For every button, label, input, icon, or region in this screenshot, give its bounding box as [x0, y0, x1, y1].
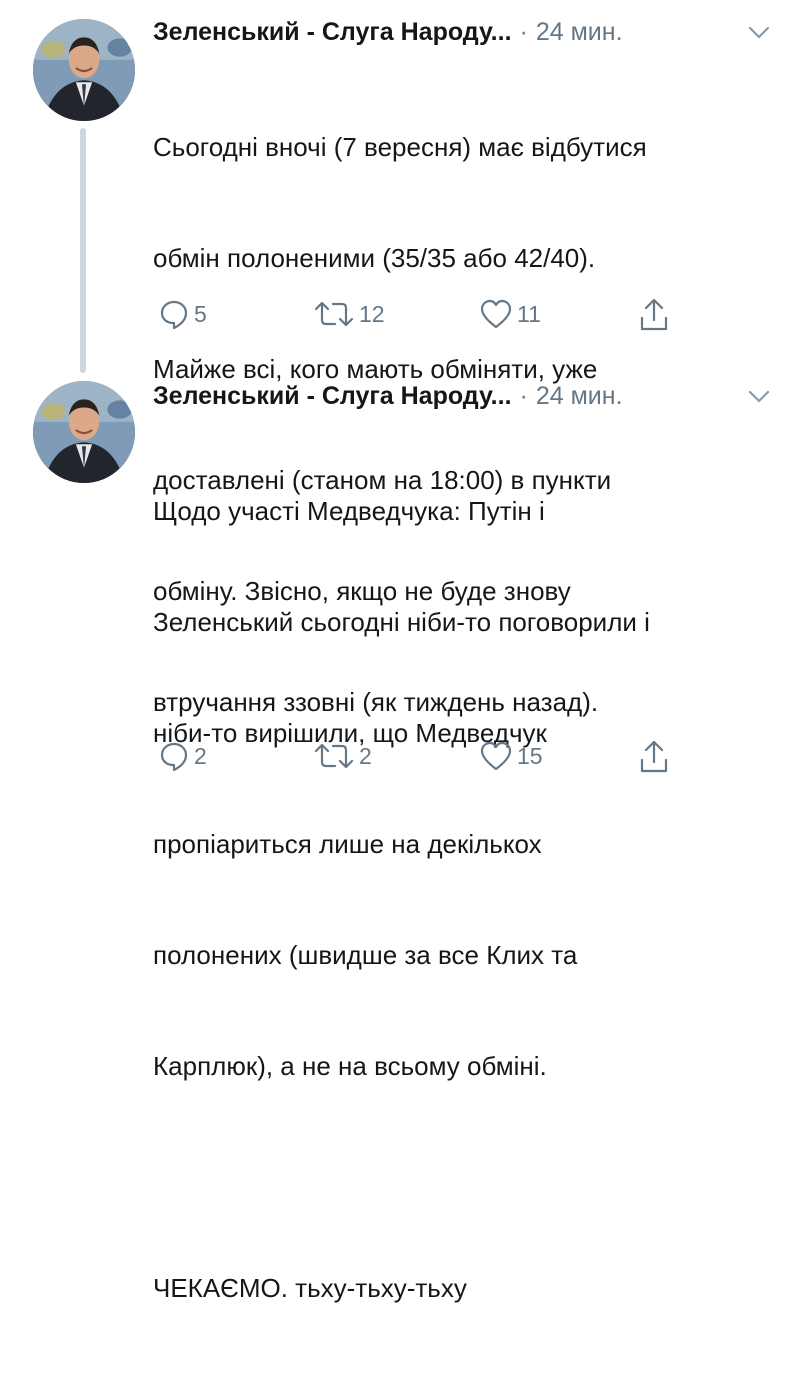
tweet-text: Щодо участі Медведчука: Путін і Зеленськ…	[153, 419, 773, 1381]
author-name[interactable]: Зеленський - Слуга Народу...	[153, 382, 512, 411]
share-icon	[640, 298, 668, 331]
tweet-text-line: Карплюк), а не на всьому обміні.	[153, 1051, 547, 1081]
tweet-header: Зеленський - Слуга Народу... · 24 мин.	[153, 12, 623, 52]
tweet-text-line: полонених (швидше за все Клих та	[153, 940, 578, 970]
share-icon	[640, 740, 668, 773]
like-button[interactable]: 15	[479, 740, 543, 772]
reply-count: 5	[194, 300, 207, 327]
timestamp[interactable]: 24 мин.	[536, 18, 623, 47]
avatar-image	[33, 381, 135, 483]
share-button[interactable]	[638, 298, 670, 332]
tweet-text-line: Щодо участі Медведчука: Путін і	[153, 496, 545, 526]
author-name[interactable]: Зеленський - Слуга Народу...	[153, 18, 512, 47]
retweet-count: 12	[359, 300, 385, 327]
reply-button[interactable]: 5	[158, 298, 207, 330]
like-count: 11	[517, 300, 541, 327]
tweet-header: Зеленський - Слуга Народу... · 24 мин.	[153, 376, 623, 416]
avatar[interactable]	[33, 19, 135, 121]
avatar[interactable]	[33, 381, 135, 483]
tweet-text-line: Зеленський сьогодні ніби-то поговорили і	[153, 607, 650, 637]
retweet-count: 2	[359, 742, 372, 769]
tweet-actions: 5 12 11	[153, 298, 713, 338]
thread-connector-line	[80, 128, 86, 373]
separator-dot: ·	[519, 17, 528, 46]
retweet-button[interactable]: 2	[313, 740, 372, 772]
tweet-text-line: ЧЕКАЄМО. тьху-тьху-тьху	[153, 1273, 467, 1303]
reply-count: 2	[194, 742, 207, 769]
separator-dot: ·	[519, 381, 528, 410]
tweet-text-line	[153, 1159, 773, 1196]
tweet-actions: 2 2 15	[153, 740, 713, 780]
reply-icon	[160, 742, 188, 772]
timestamp[interactable]: 24 мин.	[536, 382, 623, 411]
chevron-down-icon[interactable]	[748, 389, 770, 405]
reply-icon	[160, 300, 188, 330]
chevron-down-icon[interactable]	[748, 25, 770, 41]
like-button[interactable]: 11	[479, 298, 541, 330]
retweet-icon	[314, 301, 354, 327]
tweet-text-line: Сьогодні вночі (7 вересня) має відбутися	[153, 132, 647, 162]
avatar-image	[33, 19, 135, 121]
heart-icon	[480, 299, 512, 329]
retweet-icon	[314, 743, 354, 769]
retweet-button[interactable]: 12	[313, 298, 385, 330]
share-button[interactable]	[638, 740, 670, 774]
tweet-text-line: пропіариться лише на декількох	[153, 829, 542, 859]
heart-icon	[480, 741, 512, 771]
tweet-text-line: обмін полоненими (35/35 або 42/40).	[153, 243, 596, 273]
like-count: 15	[517, 742, 543, 769]
reply-button[interactable]: 2	[158, 740, 207, 772]
